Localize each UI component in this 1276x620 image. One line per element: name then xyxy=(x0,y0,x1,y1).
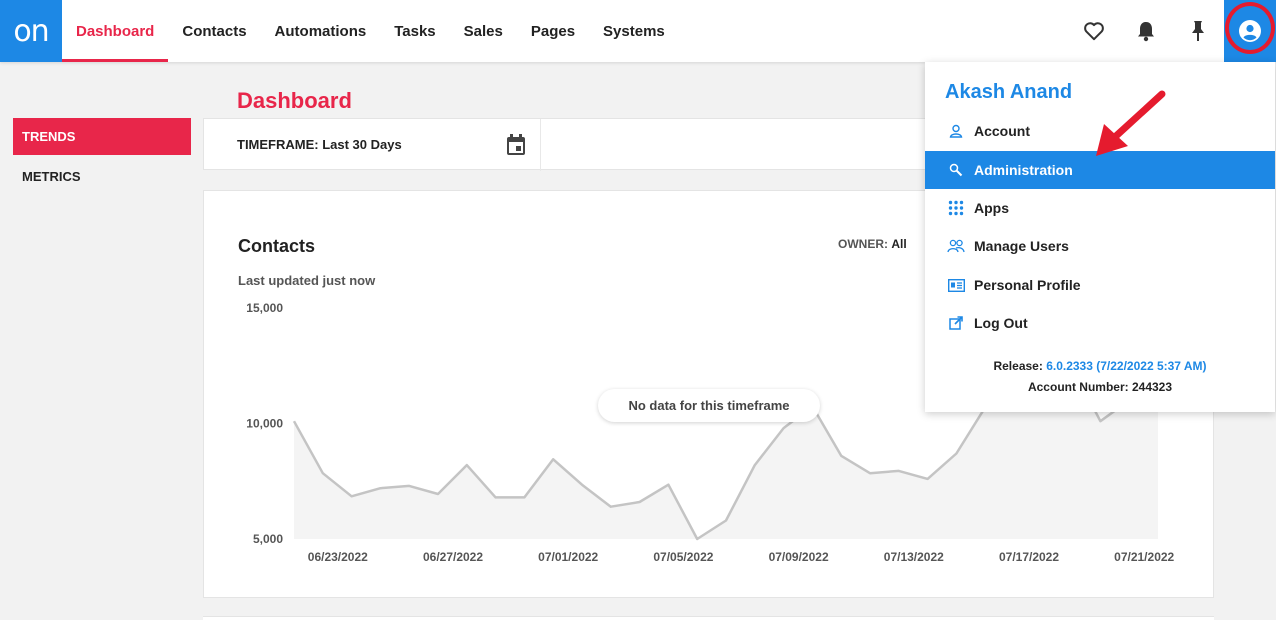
account-label: Account Number: xyxy=(1027,380,1129,394)
next-card-edge xyxy=(203,616,1214,620)
nav-item-tasks[interactable]: Tasks xyxy=(380,0,449,62)
menu-item-label: Administration xyxy=(974,162,1073,178)
user-menu-button[interactable] xyxy=(1224,0,1276,72)
y-tick-label: 5,000 xyxy=(253,532,283,546)
account-number: Account Number: 244323 xyxy=(925,380,1275,394)
x-tick-label: 07/13/2022 xyxy=(884,550,944,564)
divider xyxy=(540,119,541,171)
wrench-icon xyxy=(947,161,965,179)
release-label: Release: xyxy=(993,359,1043,373)
sidebar-item-trends[interactable]: TRENDS xyxy=(13,118,191,155)
menu-item-label: Personal Profile xyxy=(974,277,1081,293)
menu-item-label: Manage Users xyxy=(974,238,1069,254)
nav-item-contacts[interactable]: Contacts xyxy=(168,0,260,62)
release-value[interactable]: 6.0.2333 (7/22/2022 5:37 AM) xyxy=(1046,359,1206,373)
x-tick-label: 06/23/2022 xyxy=(308,550,368,564)
nav-item-sales[interactable]: Sales xyxy=(450,0,517,62)
nav-item-systems[interactable]: Systems xyxy=(589,0,679,62)
card-subtitle: Last updated just now xyxy=(238,273,376,288)
heart-icon[interactable] xyxy=(1068,0,1120,62)
menu-item-apps[interactable]: Apps xyxy=(925,189,1275,227)
users-icon xyxy=(947,237,965,255)
x-tick-label: 07/01/2022 xyxy=(538,550,598,564)
x-tick-label: 07/17/2022 xyxy=(999,550,1059,564)
owner-filter[interactable]: OWNER: All xyxy=(838,237,907,251)
owner-value: All xyxy=(891,237,907,251)
timeframe-label[interactable]: TIMEFRAME: Last 30 Days xyxy=(237,137,402,152)
y-tick-label: 15,000 xyxy=(246,301,283,315)
calendar-icon[interactable] xyxy=(506,134,526,161)
highlight-circle xyxy=(1225,2,1275,54)
bell-icon[interactable] xyxy=(1120,0,1172,62)
x-tick-label: 07/09/2022 xyxy=(769,550,829,564)
menu-item-label: Log Out xyxy=(974,315,1028,331)
owner-label: OWNER: xyxy=(838,237,888,251)
x-tick-label: 06/27/2022 xyxy=(423,550,483,564)
menu-item-manage-users[interactable]: Manage Users xyxy=(925,227,1275,265)
sidebar-item-metrics[interactable]: METRICS xyxy=(13,158,191,195)
person-icon xyxy=(947,122,965,140)
top-icons xyxy=(1068,0,1276,72)
card-title: Contacts xyxy=(238,236,316,256)
logo[interactable]: on xyxy=(0,0,62,62)
pin-icon[interactable] xyxy=(1172,0,1224,62)
id-card-icon xyxy=(947,276,965,294)
top-bar: on Dashboard Contacts Automations Tasks … xyxy=(0,0,1276,72)
x-tick-label: 07/05/2022 xyxy=(653,550,713,564)
nav-item-pages[interactable]: Pages xyxy=(517,0,589,62)
user-name: Akash Anand xyxy=(945,81,1073,103)
nav-item-automations[interactable]: Automations xyxy=(261,0,381,62)
release-info: Release: 6.0.2333 (7/22/2022 5:37 AM) xyxy=(925,359,1275,373)
main-nav: Dashboard Contacts Automations Tasks Sal… xyxy=(62,0,679,62)
grid-icon xyxy=(947,199,965,217)
menu-item-label: Account xyxy=(974,123,1030,139)
menu-item-log-out[interactable]: Log Out xyxy=(925,304,1275,342)
page-title: Dashboard xyxy=(237,88,352,113)
y-tick-label: 10,000 xyxy=(246,417,283,431)
x-tick-label: 07/21/2022 xyxy=(1114,550,1174,564)
nav-item-dashboard[interactable]: Dashboard xyxy=(62,0,169,62)
no-data-pill: No data for this timeframe xyxy=(598,389,820,422)
annotation-arrow xyxy=(1096,90,1166,156)
account-value: 244323 xyxy=(1131,380,1173,394)
external-link-icon xyxy=(947,314,965,332)
menu-item-personal-profile[interactable]: Personal Profile xyxy=(925,266,1275,304)
menu-item-label: Apps xyxy=(974,200,1009,216)
